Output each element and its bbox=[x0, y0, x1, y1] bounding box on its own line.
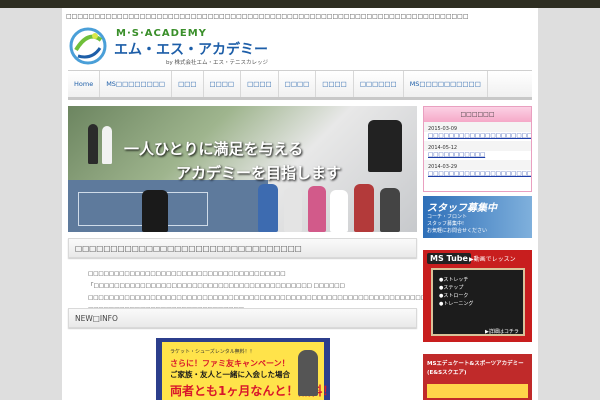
staff-recruit-line: コーチ・フロント bbox=[427, 214, 468, 220]
ms-tube-list-item: ●ステップ bbox=[439, 285, 464, 291]
left-background bbox=[0, 8, 62, 400]
news-heading: NEW□INFO bbox=[68, 308, 417, 328]
hero-person bbox=[142, 190, 168, 232]
ms-tube-list-item: ●トレーニング bbox=[439, 301, 474, 307]
hero-person bbox=[102, 126, 112, 164]
staff-recruit-banner[interactable]: スタッフ募集中 コーチ・フロント スタッフ募集中! お気軽にお問合せください bbox=[423, 196, 532, 238]
ms-tube-banner[interactable]: MS Tube ▶動画でレッスン ●ストレッチ ●ステップ ●ストローク ●トレ… bbox=[423, 250, 532, 342]
nav-item-7[interactable]: □□□□ bbox=[316, 71, 354, 97]
campaign-person bbox=[298, 350, 318, 396]
hero-banner: 一人ひとりに満足を与える アカデミーを目指します bbox=[68, 106, 417, 232]
nav-item-5[interactable]: □□□□ bbox=[241, 71, 279, 97]
hero-person bbox=[258, 184, 278, 232]
hero-headline-1: 一人ひとりに満足を与える bbox=[124, 140, 304, 158]
nav-item-8[interactable]: □□□□□□ bbox=[354, 71, 404, 97]
ms-tube-list: ●ストレッチ ●ステップ ●ストローク ●トレーニング bbox=[439, 276, 473, 308]
news-link[interactable]: □□□□□□□□□□□ bbox=[424, 151, 531, 160]
news-date: 2014-05-12 bbox=[424, 141, 531, 151]
ms-educate-banner[interactable]: MSエデュケート&スポーツアカデミー (E&Sスクエア) bbox=[423, 354, 532, 400]
news-link[interactable]: □□□□□□□□□□□□□□□□□□□□□□ bbox=[424, 170, 531, 179]
logo-japanese: エム・エス・アカデミー bbox=[114, 42, 268, 58]
hero-person bbox=[354, 184, 374, 232]
ms-tube-screen: ●ストレッチ ●ステップ ●ストローク ●トレーニング ▶詳細はコチラ bbox=[431, 268, 525, 336]
campaign-line-2: さらに！ファミ友キャンペーン！ bbox=[170, 359, 290, 368]
ms-educate-strip bbox=[427, 384, 528, 398]
sidebar-news-title: □□□□□□ bbox=[424, 107, 531, 122]
ms-tube-caption: ▶動画でレッスン bbox=[469, 256, 516, 263]
nav-item-3[interactable]: □□□ bbox=[172, 71, 204, 97]
site-tagline: □□□□□□□□□□□□□□□□□□□□□□□□□□□□□□□□□□□□□□□□… bbox=[66, 13, 469, 20]
nav-item-9[interactable]: MS□□□□□□□□□□ bbox=[404, 71, 488, 97]
intro-line: □□□□□□□□□□□□□□□□□□□□□□□□□□□□□□□□□□□□□□「□… bbox=[88, 271, 345, 289]
news-link[interactable]: □□□□□□□□□□□□□□□□□□□□□□□ bbox=[424, 132, 531, 141]
right-background bbox=[538, 8, 600, 400]
hero-person bbox=[88, 124, 98, 164]
logo-mark-icon bbox=[69, 27, 107, 65]
news-date: 2014-03-29 bbox=[424, 160, 531, 170]
top-bar bbox=[0, 0, 600, 8]
intro-line: □□□□□□□□□□□□□□□□□□□□□□□□□□□□□□□□□□□□□□□□… bbox=[88, 295, 494, 301]
logo-english: M·S·ACADEMY bbox=[116, 28, 207, 39]
ms-educate-line: MSエデュケート&スポーツアカデミー bbox=[427, 361, 524, 367]
staff-recruit-line: お気軽にお問合せください bbox=[427, 228, 488, 234]
news-date: 2015-03-09 bbox=[424, 122, 531, 132]
main-nav: Home MS□□□□□□□□ □□□ □□□□ □□□□ □□□□ □□□□ … bbox=[68, 70, 532, 100]
ms-educate-title: MSエデュケート&スポーツアカデミー (E&Sスクエア) bbox=[427, 360, 524, 378]
ms-tube-list-item: ●ストローク bbox=[439, 293, 469, 299]
nav-item-2[interactable]: MS□□□□□□□□ bbox=[100, 71, 173, 97]
hero-person bbox=[380, 188, 400, 232]
sidebar-news: □□□□□□ 2015-03-09 □□□□□□□□□□□□□□□□□□□□□□… bbox=[423, 106, 532, 192]
intro-heading: □□□□□□□□□□□□□□□□□□□□□□□□□□□□□□□□ bbox=[68, 238, 417, 258]
staff-recruit-line: スタッフ募集中! bbox=[427, 221, 465, 227]
hero-person bbox=[368, 120, 402, 172]
nav-item-4[interactable]: □□□□ bbox=[204, 71, 242, 97]
campaign-line-1: ラケット・シューズレンタル無料！！ bbox=[170, 349, 255, 355]
staff-recruit-title: スタッフ募集中 bbox=[427, 203, 497, 214]
campaign-line-3: ご家族・友人と一緒に入会した場合 bbox=[170, 370, 290, 379]
hero-person bbox=[284, 188, 302, 232]
ms-tube-list-item: ●ストレッチ bbox=[439, 277, 469, 283]
staff-recruit-text: コーチ・フロント スタッフ募集中! お気軽にお問合せください bbox=[427, 214, 487, 235]
ms-educate-line: (E&Sスクエア) bbox=[427, 370, 467, 376]
ms-tube-logo: MS Tube bbox=[427, 253, 471, 264]
campaign-panel: ラケット・シューズレンタル無料！！ さらに！ファミ友キャンペーン！ ご家族・友人… bbox=[162, 342, 330, 400]
nav-home[interactable]: Home bbox=[68, 71, 101, 97]
page-container: □□□□□□□□□□□□□□□□□□□□□□□□□□□□□□□□□□□□□□□□… bbox=[62, 8, 538, 400]
site-logo[interactable]: M·S·ACADEMY エム・エス・アカデミー by 株式会社エム・エス・テニス… bbox=[66, 24, 296, 70]
campaign-banner[interactable]: ラケット・シューズレンタル無料！！ さらに！ファミ友キャンペーン！ ご家族・友人… bbox=[156, 338, 330, 400]
ms-tube-more-link[interactable]: ▶詳細はコチラ bbox=[485, 328, 519, 335]
hero-person bbox=[330, 190, 348, 232]
hero-headline-2: アカデミーを目指します bbox=[176, 164, 342, 182]
nav-item-6[interactable]: □□□□ bbox=[279, 71, 317, 97]
hero-person bbox=[308, 186, 326, 232]
logo-subtitle: by 株式会社エム・エス・テニスカレッジ bbox=[166, 60, 268, 66]
